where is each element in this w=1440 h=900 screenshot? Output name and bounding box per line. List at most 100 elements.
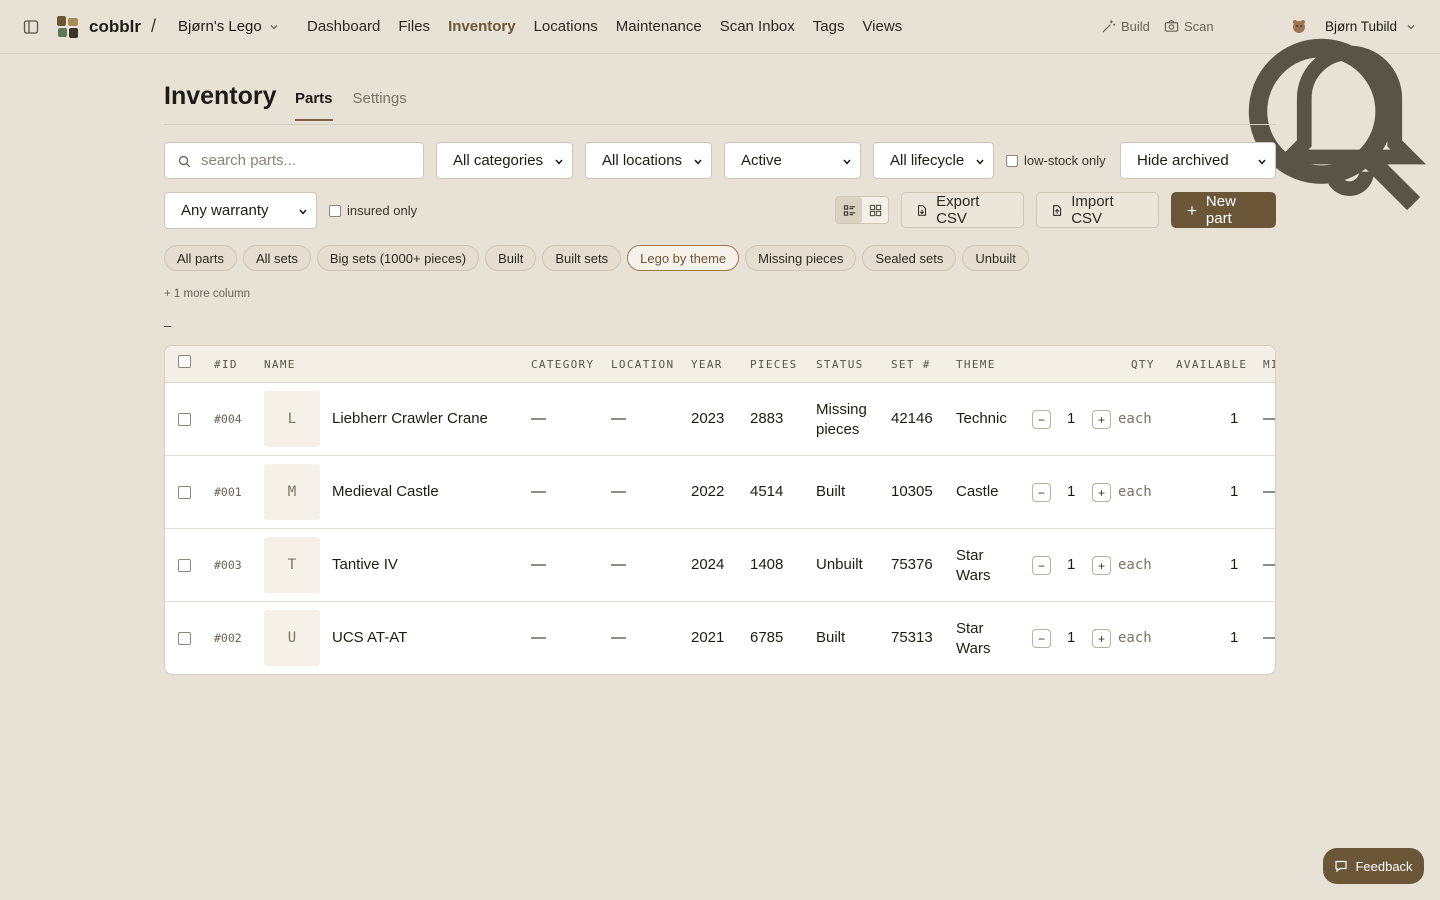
build-button[interactable]: Build — [1101, 19, 1150, 34]
view-chip-unbuilt[interactable]: Unbuilt — [962, 245, 1029, 271]
part-name[interactable]: UCS AT-AT — [332, 629, 407, 646]
insured-toggle[interactable]: insured only — [329, 203, 417, 218]
nav-maintenance[interactable]: Maintenance — [616, 18, 702, 35]
export-csv-button[interactable]: Export CSV — [901, 192, 1024, 228]
part-qty[interactable]: 1 — [1067, 629, 1075, 646]
view-chip-big-sets[interactable]: Big sets (1000+ pieces) — [316, 245, 480, 271]
lifecycle-select[interactable]: All lifecycle — [873, 142, 994, 179]
qty-decrement-button[interactable]: − — [1032, 410, 1051, 429]
nav-inventory[interactable]: Inventory — [448, 18, 516, 35]
col-category[interactable]: CATEGORY — [531, 358, 594, 371]
user-menu[interactable]: Bjørn Tubild — [1325, 19, 1416, 34]
workspace-switcher[interactable]: Bjørn's Lego — [178, 18, 279, 35]
row-checkbox[interactable] — [178, 632, 191, 645]
warranty-select[interactable]: Any warranty — [164, 192, 317, 229]
feedback-button[interactable]: Feedback — [1323, 848, 1424, 884]
col-pieces[interactable]: PIECES — [750, 358, 798, 371]
col-theme[interactable]: THEME — [956, 358, 996, 371]
col-qty[interactable]: QTY — [1131, 358, 1155, 371]
view-chip-sealed-sets[interactable]: Sealed sets — [862, 245, 957, 271]
qty-decrement-button[interactable]: − — [1032, 483, 1051, 502]
table-row[interactable]: #002 U UCS AT-AT — — 2021 6785 Built 753… — [165, 602, 1275, 674]
view-chip-built-sets[interactable]: Built sets — [542, 245, 622, 271]
list-view-button[interactable] — [836, 197, 862, 223]
view-chip-all-sets[interactable]: All sets — [242, 245, 311, 271]
bell-icon[interactable] — [1259, 19, 1440, 200]
view-chip-lego-by-theme[interactable]: Lego by theme — [627, 245, 740, 271]
view-chip-built[interactable]: Built — [485, 245, 537, 271]
location-select[interactable]: All locations — [585, 142, 712, 179]
part-qty[interactable]: 1 — [1067, 556, 1075, 573]
col-status[interactable]: STATUS — [816, 358, 864, 371]
part-pieces: 6785 — [750, 629, 784, 646]
new-part-button[interactable]: New part — [1171, 192, 1276, 228]
nav-views[interactable]: Views — [862, 18, 902, 35]
status-select[interactable]: Active — [724, 142, 861, 179]
status-select-value: Active — [741, 152, 782, 169]
part-name[interactable]: Tantive IV — [332, 556, 398, 573]
nav-tags[interactable]: Tags — [813, 18, 845, 35]
part-name[interactable]: Liebherr Crawler Crane — [332, 410, 488, 427]
header-divider — [164, 124, 1276, 125]
part-thumbnail: L — [264, 391, 320, 447]
tab-parts[interactable]: Parts — [295, 90, 333, 121]
qty-increment-button[interactable]: + — [1092, 629, 1111, 648]
part-name[interactable]: Medieval Castle — [332, 483, 439, 500]
part-qty[interactable]: 1 — [1067, 410, 1075, 427]
part-qty[interactable]: 1 — [1067, 483, 1075, 500]
qty-decrement-button[interactable]: − — [1032, 556, 1051, 575]
qty-decrement-button[interactable]: − — [1032, 629, 1051, 648]
table-row[interactable]: #003 T Tantive IV — — 2024 1408 Unbuilt … — [165, 529, 1275, 602]
qty-increment-button[interactable]: + — [1092, 483, 1111, 502]
part-status: Unbuilt — [816, 556, 863, 573]
more-columns-link[interactable]: + 1 more column — [164, 288, 250, 300]
part-available: 1 — [1230, 410, 1239, 427]
col-available[interactable]: AVAILABLE — [1176, 358, 1247, 371]
low-stock-toggle[interactable]: low-stock only — [1006, 153, 1106, 168]
brand-name[interactable]: cobblr — [89, 17, 141, 37]
nav-scan-inbox[interactable]: Scan Inbox — [720, 18, 795, 35]
avatar[interactable] — [1290, 17, 1308, 35]
tab-settings[interactable]: Settings — [353, 90, 407, 121]
part-thumbnail: U — [264, 610, 320, 666]
archived-select[interactable]: Hide archived — [1120, 142, 1276, 179]
scan-button[interactable]: Scan — [1164, 19, 1214, 34]
search-input[interactable]: search parts... — [164, 142, 424, 179]
nav-locations[interactable]: Locations — [534, 18, 598, 35]
view-chip-all-parts[interactable]: All parts — [164, 245, 237, 271]
part-id[interactable]: #003 — [214, 558, 242, 572]
low-stock-checkbox[interactable] — [1006, 154, 1018, 167]
row-checkbox[interactable] — [178, 559, 191, 572]
row-checkbox[interactable] — [178, 486, 191, 499]
feedback-label: Feedback — [1355, 858, 1413, 874]
qty-increment-button[interactable]: + — [1092, 410, 1111, 429]
import-csv-button[interactable]: Import CSV — [1036, 192, 1159, 228]
col-set-number[interactable]: SET # — [891, 358, 931, 371]
insured-checkbox[interactable] — [329, 204, 341, 217]
select-all-checkbox[interactable] — [178, 355, 191, 368]
part-min: — — [1263, 556, 1275, 573]
row-checkbox[interactable] — [178, 413, 191, 426]
table-row[interactable]: #001 M Medieval Castle — — 2022 4514 Bui… — [165, 456, 1275, 529]
qty-increment-button[interactable]: + — [1092, 556, 1111, 575]
grid-view-button[interactable] — [862, 197, 888, 223]
part-id[interactable]: #004 — [214, 412, 242, 426]
table-row[interactable]: #004 L Liebherr Crawler Crane — — 2023 2… — [165, 383, 1275, 456]
nav-files[interactable]: Files — [398, 18, 430, 35]
col-year[interactable]: YEAR — [691, 358, 723, 371]
col-location[interactable]: LOCATION — [611, 358, 674, 371]
category-select[interactable]: All categories — [436, 142, 573, 179]
saved-views: All parts All sets Big sets (1000+ piece… — [164, 245, 1029, 271]
chevron-down-icon — [976, 159, 984, 165]
col-id[interactable]: #ID — [214, 358, 238, 371]
view-chip-missing-pieces[interactable]: Missing pieces — [745, 245, 857, 271]
low-stock-label: low-stock only — [1024, 153, 1106, 168]
part-id[interactable]: #001 — [214, 485, 242, 499]
col-min[interactable]: MI — [1263, 358, 1275, 371]
sidebar-toggle-icon[interactable] — [23, 19, 39, 35]
lifecycle-select-value: All lifecycle — [890, 152, 965, 169]
nav-dashboard[interactable]: Dashboard — [307, 18, 380, 35]
col-name[interactable]: NAME — [264, 358, 296, 371]
part-status: Missing pieces — [816, 401, 867, 438]
part-id[interactable]: #002 — [214, 631, 242, 645]
